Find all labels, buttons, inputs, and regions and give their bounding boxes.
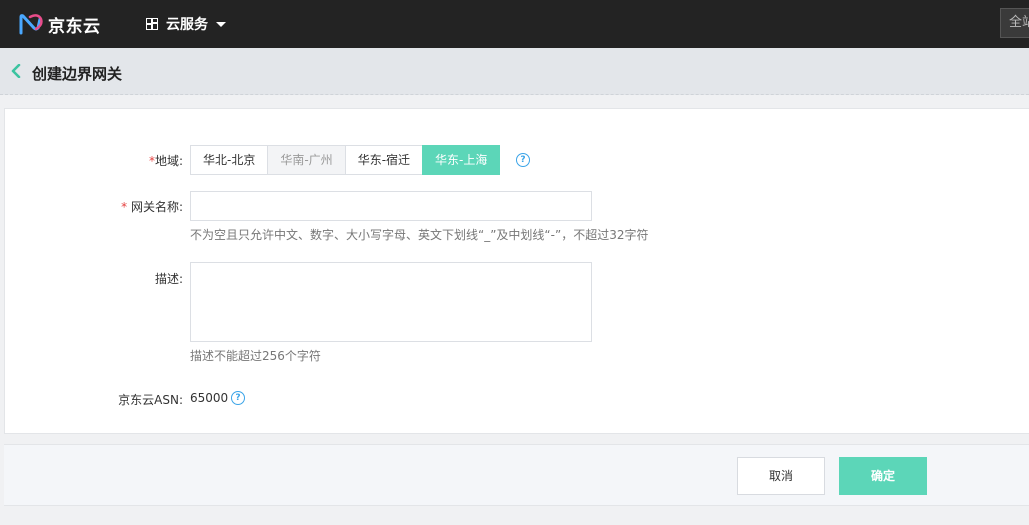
brand-logo[interactable]: 京东云	[18, 10, 101, 38]
required-mark: *	[121, 200, 128, 214]
description-label: 描述:	[154, 272, 183, 286]
asn-help-icon[interactable]: ?	[231, 391, 245, 405]
gateway-name-hint: 不为空且只允许中文、数字、大小写字母、英文下划线“_”及中划线“-”，不超过32…	[190, 228, 649, 242]
global-search-input[interactable]: 全站	[1000, 8, 1029, 38]
region-option-suqian[interactable]: 华东-宿迁	[344, 145, 424, 175]
cloud-services-label: 云服务	[166, 17, 208, 33]
region-help-icon[interactable]: ?	[516, 153, 530, 167]
page-header: 创建边界网关	[0, 48, 1029, 95]
region-selector: 华北-北京 华南-广州 华东-宿迁 华东-上海	[190, 145, 501, 175]
dashboard-grid-icon	[146, 18, 158, 30]
form-footer: 取消 确定	[4, 444, 1029, 506]
caret-down-icon	[216, 21, 226, 27]
brand-name: 京东云	[48, 16, 101, 37]
description-hint: 描述不能超过256个字符	[190, 349, 321, 363]
page-title: 创建边界网关	[32, 65, 123, 83]
gateway-name-label-text: 网关名称:	[130, 200, 183, 214]
region-label: *地域:	[5, 152, 183, 169]
create-gateway-form: *地域: 华北-北京 华南-广州 华东-宿迁 华东-上海 ? * 网关名称: 不…	[4, 108, 1029, 434]
region-option-shanghai[interactable]: 华东-上海	[422, 145, 501, 175]
description-textarea[interactable]	[190, 262, 592, 342]
region-option-beijing[interactable]: 华北-北京	[190, 145, 269, 175]
cancel-button[interactable]: 取消	[737, 457, 825, 495]
cloud-services-menu[interactable]: 云服务	[146, 14, 226, 34]
back-chevron-icon[interactable]	[10, 64, 22, 78]
asn-label: 京东云ASN:	[118, 393, 183, 407]
top-navbar: 京东云 云服务 全站	[0, 0, 1029, 48]
region-option-guangzhou: 华南-广州	[267, 145, 346, 175]
jdcloud-logo-icon	[19, 14, 43, 35]
asn-value: 65000	[190, 391, 229, 405]
gateway-name-input[interactable]	[190, 191, 592, 221]
region-label-text: 地域:	[154, 154, 183, 168]
gateway-name-label: * 网关名称:	[5, 198, 183, 215]
confirm-button[interactable]: 确定	[839, 457, 927, 495]
